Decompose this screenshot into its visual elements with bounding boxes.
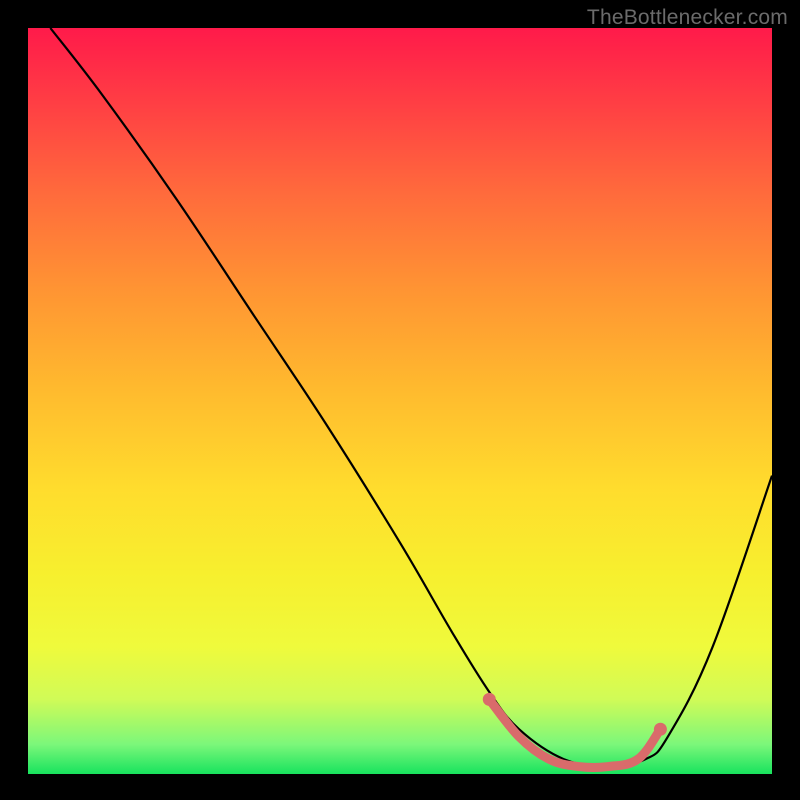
chart-plot-area [28, 28, 772, 774]
optimal-band-endpoint [654, 723, 667, 736]
bottleneck-curve-line [50, 28, 772, 767]
chart-svg [28, 28, 772, 774]
attribution-label: TheBottlenecker.com [587, 6, 788, 30]
optimal-band-endpoint [483, 693, 496, 706]
optimal-band-line [489, 699, 660, 767]
